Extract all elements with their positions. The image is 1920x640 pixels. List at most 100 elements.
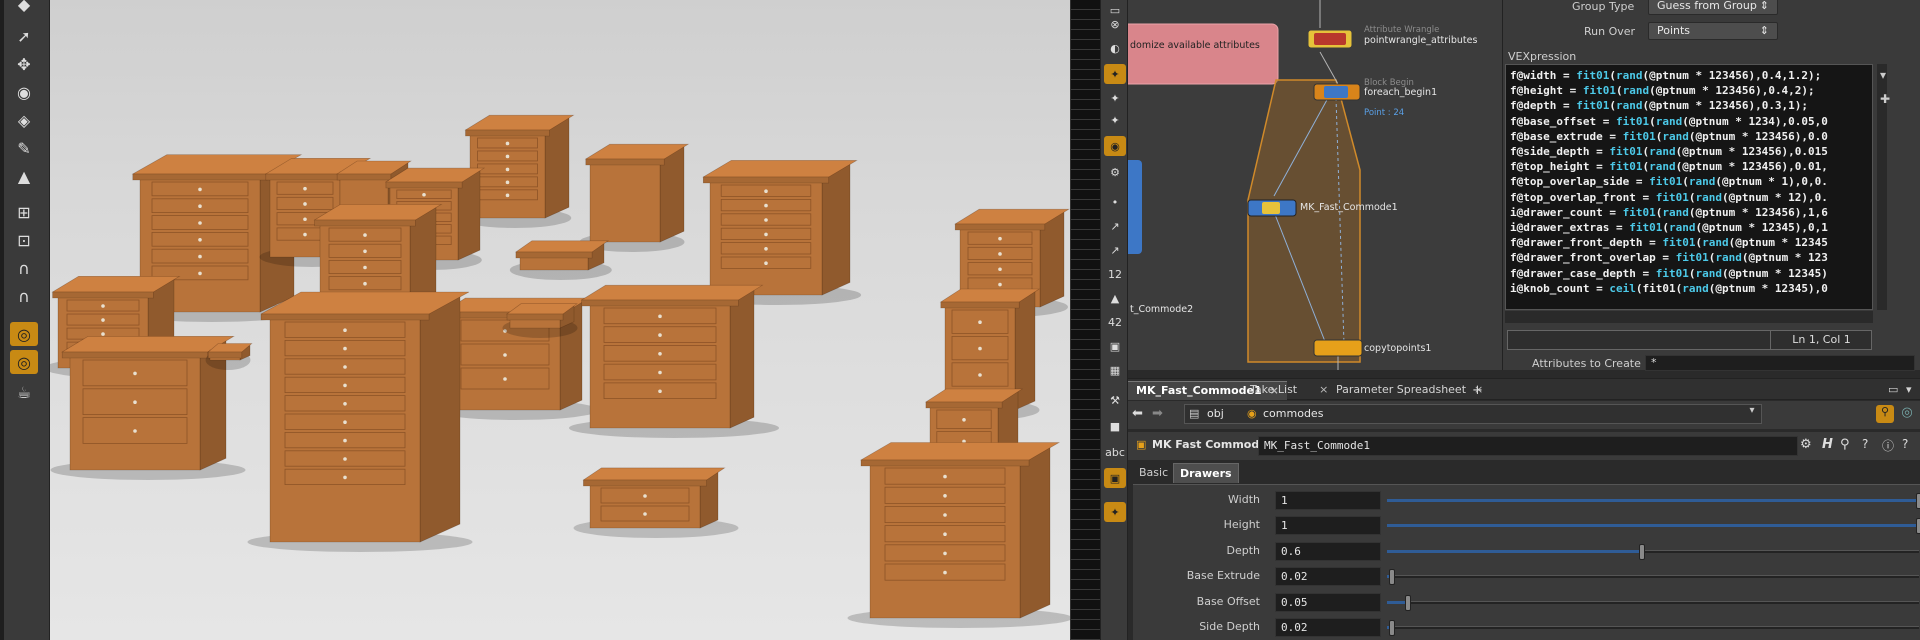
drawer-knob xyxy=(643,494,647,498)
brush-icon[interactable]: ✎ xyxy=(10,136,38,160)
text-labels-icon[interactable]: abc xyxy=(1104,442,1126,462)
display-options-icon[interactable]: ◎ xyxy=(10,322,38,346)
bounds-icon[interactable]: ▣ xyxy=(1104,336,1126,356)
param-slider-handle[interactable] xyxy=(1389,620,1396,636)
render-icon[interactable]: ☕ xyxy=(10,380,38,404)
spot-icon[interactable]: ✦ xyxy=(1104,110,1126,130)
param-value-field[interactable]: 0.02 xyxy=(1275,618,1381,637)
guide-icon[interactable]: ▦ xyxy=(1104,360,1126,380)
normals-icon[interactable]: ↗ xyxy=(1104,216,1126,236)
tab-label: Take List xyxy=(1250,383,1298,396)
drawer-knob xyxy=(998,267,1002,272)
param-slider[interactable] xyxy=(1387,594,1919,611)
vex-code-line: i@drawer_extras = fit01(rand(@ptnum * 12… xyxy=(1510,220,1868,235)
chevron-down-icon[interactable]: ▾ xyxy=(1745,405,1759,423)
close-icon[interactable]: × xyxy=(1319,383,1328,396)
vexpression-editor[interactable]: f@width = fit01(rand(@ptnum * 123456),0.… xyxy=(1505,64,1873,310)
commode-node-name[interactable]: MK_Fast_Commode1 xyxy=(1300,202,1398,213)
drawer-knob xyxy=(343,457,347,461)
image-icon[interactable]: ▣ xyxy=(1104,468,1126,488)
stop-icon[interactable]: ■ xyxy=(1104,416,1126,436)
drawer-knob xyxy=(363,281,367,286)
tab-drawers[interactable]: Drawers xyxy=(1173,463,1239,483)
vex-code-segment: (@ptnum * 12),0. xyxy=(1721,190,1828,204)
point-light-icon[interactable]: ✦ xyxy=(1104,88,1126,108)
param-value-field[interactable]: 0.05 xyxy=(1275,592,1381,612)
param-slider[interactable] xyxy=(1387,620,1919,636)
vex-hscrollbar[interactable] xyxy=(1505,311,1873,323)
network-path-field[interactable]: ▤ obj ◉ commodes ▾ xyxy=(1184,404,1762,424)
geometry-icon[interactable]: ▲ xyxy=(10,164,38,188)
light-icon[interactable]: ✦ xyxy=(1104,64,1126,84)
vex-function: fit01 xyxy=(1675,251,1709,265)
snap-prim-icon[interactable]: ⊡ xyxy=(10,228,38,252)
pin-icon[interactable]: ✦ xyxy=(1104,502,1126,522)
ghost-icon[interactable]: ◎ xyxy=(10,350,38,374)
cancel-icon[interactable]: ⊗ xyxy=(1104,14,1126,34)
magnet-point-icon[interactable]: ∩ xyxy=(10,256,38,280)
foreach-node-name[interactable]: foreach_begin1 xyxy=(1364,87,1437,98)
vex-menu-icon[interactable]: ▾ xyxy=(1880,68,1886,82)
dot-icon[interactable]: • xyxy=(1104,192,1126,212)
scene-viewport[interactable] xyxy=(50,0,1070,640)
question-icon[interactable]: ? xyxy=(1862,437,1868,451)
vex-expand-icon[interactable]: ✚ xyxy=(1880,92,1890,106)
param-slider-handle[interactable] xyxy=(1405,594,1412,611)
param-slider[interactable] xyxy=(1387,518,1920,535)
vex-function: rand xyxy=(1715,251,1742,265)
param-value-field[interactable]: 0.02 xyxy=(1275,567,1381,587)
pose-icon[interactable]: ✥ xyxy=(10,52,38,76)
info-icon[interactable]: ⓘ xyxy=(1882,437,1894,454)
param-slider[interactable] xyxy=(1387,543,1919,560)
help-h-icon[interactable]: H xyxy=(1822,437,1833,452)
snap-icon[interactable]: ◆ xyxy=(10,0,38,16)
handle-tool-icon[interactable]: ◈ xyxy=(10,108,38,132)
param-slider-handle[interactable] xyxy=(1389,569,1396,586)
point-numbers-icon[interactable]: 12 xyxy=(1104,264,1126,284)
search-icon[interactable]: ⚲ xyxy=(1840,437,1850,452)
param-slider[interactable] xyxy=(1387,569,1919,586)
param-row: Width 1 xyxy=(1133,489,1920,511)
wrangle-node-name[interactable]: pointwrangle_attributes xyxy=(1364,35,1477,46)
param-slider[interactable] xyxy=(1387,493,1920,509)
param-value-field[interactable]: 1 xyxy=(1275,516,1381,536)
path-commodes[interactable]: commodes xyxy=(1263,407,1323,420)
vex-code-segment: f@height = xyxy=(1510,84,1583,98)
vectors-icon[interactable]: ↗ xyxy=(1104,240,1126,260)
param-slider-handle[interactable] xyxy=(1639,543,1646,560)
link-icon[interactable]: ◎ xyxy=(1898,405,1916,423)
magnet-icon[interactable]: ∩ xyxy=(10,284,38,308)
drawer-knob xyxy=(503,377,507,381)
network-editor[interactable]: domize available attributes Attribute Wr… xyxy=(1128,0,1502,370)
shading-icon[interactable]: ◉ xyxy=(1104,136,1126,156)
handles-icon[interactable]: ⚒ xyxy=(1104,390,1126,410)
view-tool-icon[interactable]: ◉ xyxy=(10,80,38,104)
run-over-dropdown[interactable]: Points ⇕ xyxy=(1648,22,1778,40)
copy-node-name[interactable]: copytopoints1 xyxy=(1364,343,1431,354)
pin-icon[interactable]: ⚲ xyxy=(1876,405,1894,423)
add-tab-button[interactable]: + xyxy=(1464,381,1491,400)
tab-basic[interactable]: Basic xyxy=(1133,463,1174,483)
tab-take-list[interactable]: Take List × xyxy=(1242,381,1336,400)
commode-top-edge xyxy=(940,301,1020,309)
back-arrow-icon[interactable]: ⬅ xyxy=(1132,406,1143,421)
param-value-field[interactable]: 1 xyxy=(1275,491,1381,510)
commode2-node-name[interactable]: t_Commode2 xyxy=(1130,304,1193,315)
param-value-field[interactable]: 0.6 xyxy=(1275,541,1381,561)
param-slider-handle[interactable] xyxy=(1916,493,1920,509)
snap-grid-icon[interactable]: ⊞ xyxy=(10,200,38,224)
prim-icon[interactable]: ▲ xyxy=(1104,288,1126,308)
gear-icon[interactable]: ⚙ xyxy=(1800,437,1812,452)
points-icon[interactable]: ⚙ xyxy=(1104,162,1126,182)
param-slider-handle[interactable] xyxy=(1916,518,1920,535)
camera-icon[interactable]: ◐ xyxy=(1104,38,1126,58)
attributes-to-create-field[interactable]: * xyxy=(1645,355,1915,371)
select-arrow-icon[interactable]: ➚ xyxy=(10,24,38,48)
forward-arrow-icon[interactable]: ➡ xyxy=(1152,406,1163,421)
question-circle-icon[interactable]: ? xyxy=(1902,437,1908,451)
path-obj[interactable]: obj xyxy=(1207,407,1224,420)
group-type-dropdown[interactable]: Guess from Group ⇕ xyxy=(1648,0,1778,15)
node-name-field[interactable]: MK_Fast_Commode1 xyxy=(1258,436,1798,456)
prim-numbers-icon[interactable]: 42 xyxy=(1104,312,1126,332)
pane-menu-icon[interactable]: ▾ xyxy=(1898,381,1920,400)
